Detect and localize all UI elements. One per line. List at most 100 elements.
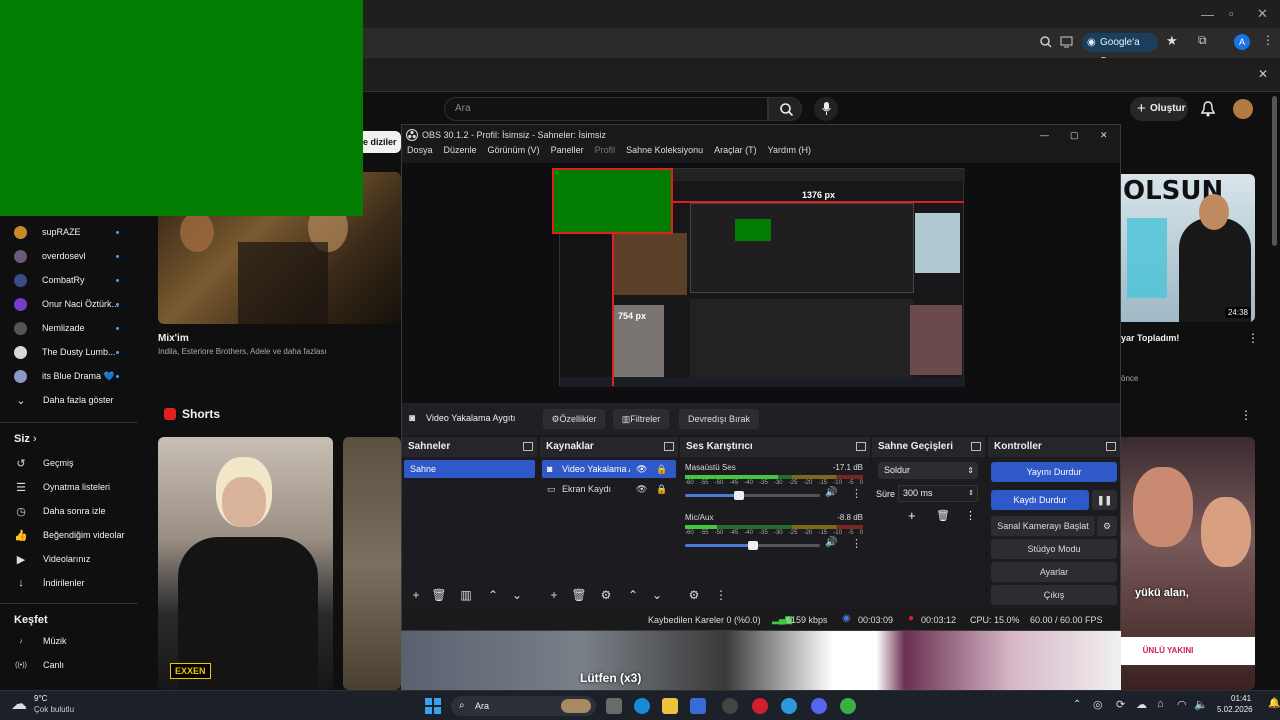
source-up-icon[interactable]: ⌃ <box>625 587 641 603</box>
menu-item[interactable]: Profil <box>595 145 616 161</box>
right-video-thumbnail[interactable]: OLSUN 24:38 <box>1121 174 1255 322</box>
stop-stream-button[interactable]: Yayını Durdur <box>991 462 1117 482</box>
subscription-item[interactable]: Nemlizade <box>14 316 119 340</box>
sidebar-item-history[interactable]: ↺ Geçmiş <box>14 451 73 475</box>
subscription-item[interactable]: The Dusty Lumb... <box>14 340 119 364</box>
obs-preview[interactable]: 1376 px 754 px <box>402 163 1120 403</box>
remove-transition-icon[interactable]: 🗑 <box>936 509 950 522</box>
weather-temp[interactable]: 9°C <box>34 694 47 703</box>
tray-network-icon[interactable]: ⌂ <box>1157 698 1164 710</box>
sidebar-item-watch-later[interactable]: ◷ Daha sonra izle <box>14 499 105 523</box>
pause-record-button[interactable]: ❚❚ <box>1092 490 1117 510</box>
clock-time[interactable]: 01:41 <box>1231 694 1251 703</box>
channel-menu-icon[interactable]: ⋮ <box>851 487 862 500</box>
obs-close-icon[interactable]: ✕ <box>1100 125 1108 145</box>
sidebar-item-live[interactable]: ((•)) Canlı <box>14 653 64 677</box>
dock-popout-icon[interactable] <box>523 442 533 451</box>
subscription-item[interactable]: overdosevl <box>14 244 119 268</box>
sidebar-item-downloads[interactable]: ↓ İndirilenler <box>14 571 84 595</box>
short-thumbnail-2[interactable] <box>343 437 401 690</box>
visibility-eye-icon[interactable]: 👁 <box>636 460 647 478</box>
advanced-audio-icon[interactable]: ⚙ <box>686 587 702 603</box>
volume-slider[interactable] <box>685 491 820 500</box>
menu-item[interactable]: Araçlar (T) <box>714 145 757 161</box>
tray-sync-icon[interactable]: ⟳ <box>1116 698 1125 711</box>
file-explorer-icon[interactable] <box>662 698 678 714</box>
menu-item[interactable]: Sahne Koleksiyonu <box>626 145 703 161</box>
source-item[interactable]: ▭ Ekran Kaydı 👁 🔒 <box>542 480 676 498</box>
shorts-more-icon[interactable]: ⋮ <box>1240 408 1252 422</box>
task-view-icon[interactable] <box>606 698 622 714</box>
maximize-icon[interactable]: ▫ <box>1229 6 1234 21</box>
clock-date[interactable]: 5.02.2026 <box>1217 705 1253 714</box>
bookmark-star-icon[interactable]: ★ <box>1166 33 1178 49</box>
source-down-icon[interactable]: ⌄ <box>649 587 665 603</box>
mixer-menu-icon[interactable]: ⋮ <box>713 587 729 603</box>
sidebar-item-your-videos[interactable]: ▶ Videolarınız <box>14 547 91 571</box>
studio-mode-button[interactable]: Stüdyo Modu <box>991 539 1117 559</box>
edge-icon[interactable] <box>634 698 650 714</box>
extensions-icon[interactable]: ⧉ <box>1198 33 1207 48</box>
duration-input[interactable]: 300 ms ⇕ <box>898 485 978 502</box>
move-down-icon[interactable]: ⌄ <box>509 587 525 603</box>
settings-button[interactable]: Ayarlar <box>991 562 1117 582</box>
tray-cloud-icon[interactable]: ☁ <box>1136 698 1147 711</box>
subscription-item[interactable]: supRAZE <box>14 220 119 244</box>
dock-popout-icon[interactable] <box>1106 442 1116 451</box>
google-sor-button[interactable]: ◉ Google'a Sor <box>1082 33 1158 67</box>
channel-menu-icon[interactable]: ⋮ <box>851 537 862 550</box>
pinterest-icon[interactable] <box>752 698 768 714</box>
dock-popout-icon[interactable] <box>664 442 674 451</box>
obs-maximize-icon[interactable]: ▢ <box>1070 125 1079 145</box>
taskbar-search[interactable]: ⌕ Ara <box>451 696 596 716</box>
add-transition-icon[interactable]: + <box>908 508 916 523</box>
menu-item[interactable]: Görünüm (V) <box>488 145 540 161</box>
close-icon[interactable]: ✕ <box>1257 6 1268 22</box>
dock-popout-icon[interactable] <box>971 442 981 451</box>
show-more-button[interactable]: ⌄ Daha fazla göster <box>14 388 113 412</box>
volume-knob[interactable] <box>747 541 758 550</box>
remove-scene-icon[interactable]: 🗑 <box>431 587 447 603</box>
sidebar-item-music[interactable]: ♪ Müzik <box>14 629 66 653</box>
notification-center-icon[interactable]: 🔔 <box>1268 698 1280 709</box>
menu-item[interactable]: Yardım (H) <box>768 145 811 161</box>
search-button[interactable] <box>768 97 802 121</box>
menu-item[interactable]: Dosya <box>407 145 433 161</box>
speaker-icon[interactable]: 🔊 <box>825 537 837 548</box>
filters-button[interactable]: ▥Filtreler <box>613 409 669 429</box>
page-scrollbar[interactable] <box>1272 96 1277 246</box>
volume-slider[interactable] <box>685 541 820 550</box>
scene-filters-icon[interactable]: ▥ <box>458 587 474 603</box>
profile-avatar[interactable]: A <box>1234 34 1250 50</box>
transition-select[interactable]: Soldur ⇕ <box>878 462 978 479</box>
sidebar-item-like[interactable]: 👍 Beğendiğim videolar <box>14 523 124 547</box>
subscription-item[interactable]: CombatRy <box>14 268 119 292</box>
transition-menu-icon[interactable]: ⋮ <box>965 509 976 522</box>
browser-menu-icon[interactable]: ⋮ <box>1262 33 1274 47</box>
sidebar-item-playlists[interactable]: ☰ Oynatma listeleri <box>14 475 110 499</box>
virtual-cam-settings-button[interactable]: ⚙ <box>1097 516 1117 536</box>
add-source-icon[interactable]: + <box>546 587 562 603</box>
notifications-bell-icon[interactable] <box>1201 101 1215 117</box>
menu-item[interactable]: Düzenle <box>444 145 477 161</box>
start-virtual-cam-button[interactable]: Sanal Kamerayı Başlat <box>991 516 1095 536</box>
windows-start-icon[interactable] <box>425 698 441 714</box>
add-scene-icon[interactable]: + <box>408 587 424 603</box>
chrome-icon[interactable] <box>840 698 856 714</box>
lock-icon[interactable]: 🔒 <box>656 460 667 478</box>
short-thumbnail-5[interactable]: yükü alan, ÜNLÜ YAKINI <box>1121 437 1255 690</box>
lock-icon[interactable]: 🔒 <box>656 480 667 498</box>
spinner-icon[interactable]: ⇕ <box>968 486 974 501</box>
preview-selected-source[interactable] <box>552 168 673 234</box>
store-icon[interactable] <box>690 698 706 714</box>
search-input[interactable]: Ara <box>444 97 768 121</box>
move-up-icon[interactable]: ⌃ <box>485 587 501 603</box>
tray-volume-icon[interactable]: 🔈 <box>1194 698 1208 711</box>
browser-app-icon[interactable] <box>781 698 797 714</box>
stop-record-button[interactable]: Kaydı Durdur <box>991 490 1089 510</box>
speaker-icon[interactable]: 🔊 <box>825 487 837 498</box>
obs-minimize-icon[interactable]: — <box>1040 125 1049 145</box>
tray-wifi-icon[interactable]: ◠ <box>1177 698 1187 711</box>
minimize-icon[interactable]: — <box>1201 7 1214 22</box>
yt-account-avatar[interactable] <box>1233 99 1253 119</box>
